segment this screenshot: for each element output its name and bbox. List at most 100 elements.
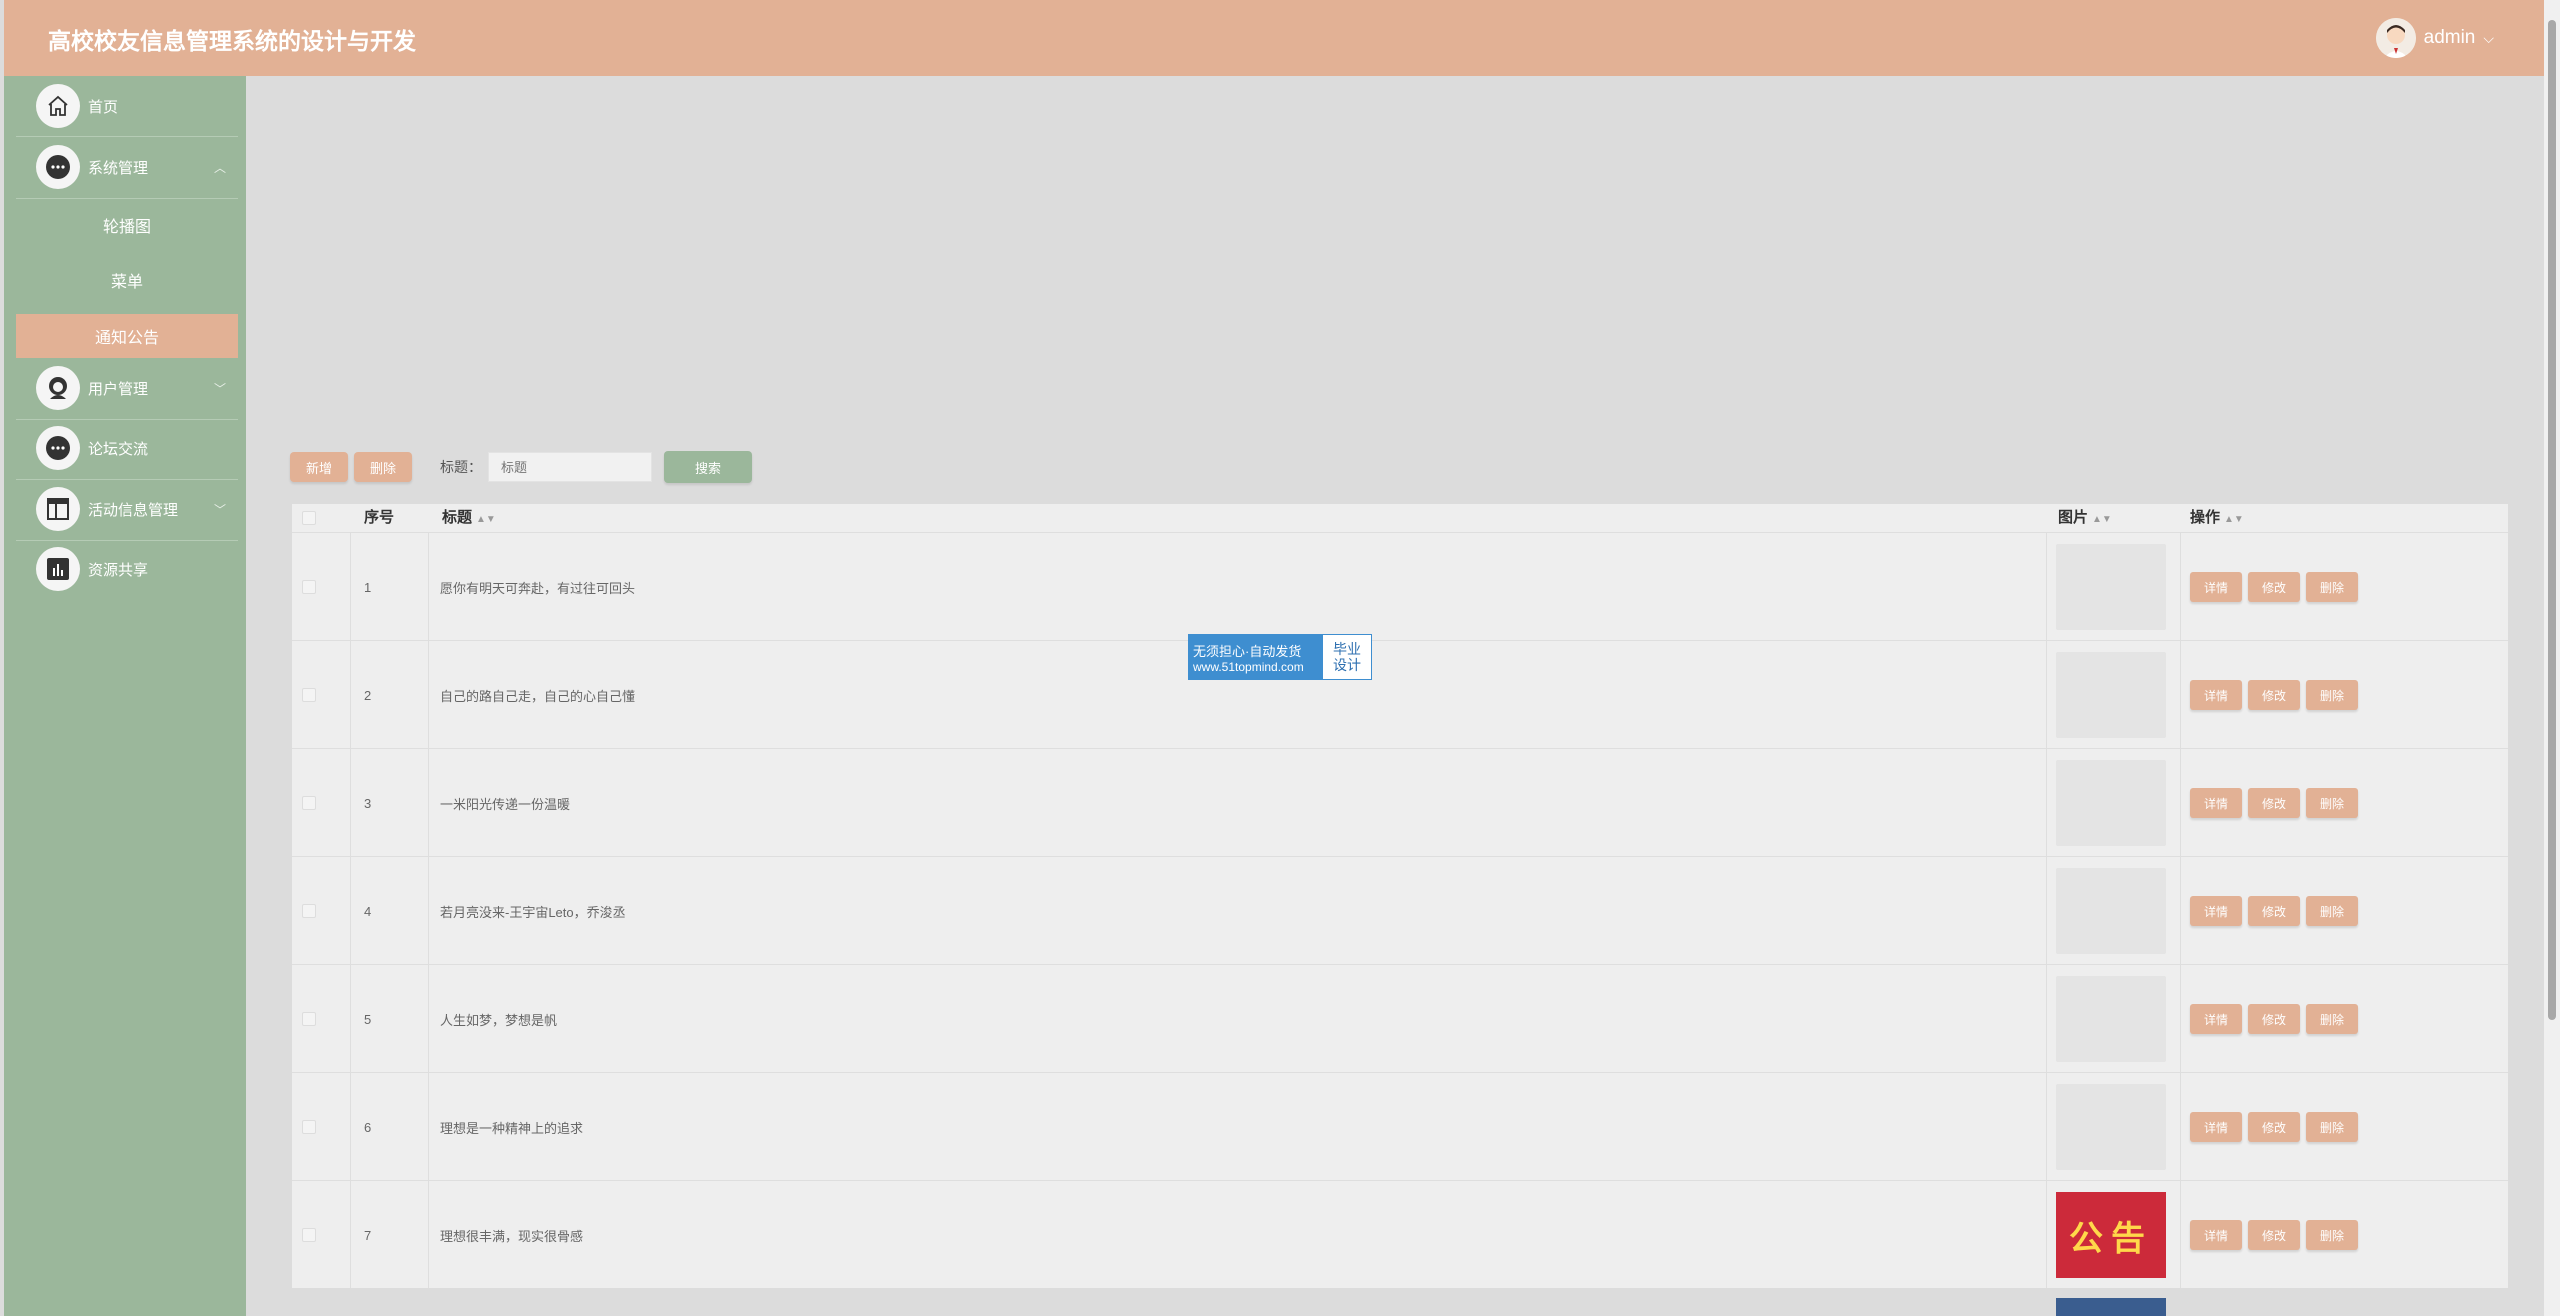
delete-button[interactable]: 删除 [2306, 572, 2359, 602]
submenu-item-menu[interactable]: 菜单 [16, 258, 238, 302]
user-menu[interactable]: admin ⌵ [2375, 18, 2494, 58]
detail-button[interactable]: 详情 [2190, 572, 2243, 602]
edit-button[interactable]: 修改 [2248, 680, 2301, 710]
avatar[interactable] [2375, 18, 2416, 58]
table-row: 4 若月亮没来-王宇宙Leto，乔浚丞 详情 修改 删除 [292, 856, 2508, 964]
notice-image[interactable] [2056, 976, 2166, 1062]
delete-button[interactable]: 删除 [2306, 680, 2359, 710]
table-row: 5 人生如梦，梦想是帆 详情 修改 删除 [292, 964, 2508, 1072]
add-button[interactable]: 新增 [290, 452, 349, 482]
row-checkbox[interactable] [302, 1228, 316, 1242]
row-index: 1 [364, 579, 372, 595]
column-header-image[interactable]: 图片 ▲▼ [2058, 504, 2112, 532]
detail-button[interactable]: 详情 [2190, 788, 2243, 818]
row-index: 5 [364, 1011, 372, 1027]
notice-image[interactable] [2056, 652, 2166, 738]
more-icon [36, 145, 80, 189]
app-title: 高校校友信息管理系统的设计与开发 [48, 28, 416, 54]
row-checkbox[interactable] [302, 1012, 316, 1026]
sidebar-item-resources[interactable]: 资源共享 [4, 539, 246, 599]
row-title: 一米阳光传递一份温暖 [440, 796, 571, 812]
row-checkbox[interactable] [302, 1120, 316, 1134]
sidebar-item-users[interactable]: 用户管理 ﹀ [4, 358, 246, 418]
username-label[interactable]: admin [2424, 27, 2476, 49]
chat-icon [36, 426, 80, 470]
row-index: 6 [364, 1119, 372, 1135]
sort-icon: ▲▼ [476, 514, 496, 525]
partial-image [2056, 1298, 2166, 1316]
delete-button[interactable]: 删除 [2306, 1220, 2359, 1250]
row-title: 若月亮没来-王宇宙Leto，乔浚丞 [440, 904, 626, 920]
row-index: 3 [364, 795, 372, 811]
divider [16, 198, 238, 199]
chevron-down-icon: ﹀ [213, 381, 226, 396]
row-index: 2 [364, 687, 372, 703]
submenu-item-carousel[interactable]: 轮播图 [16, 203, 238, 247]
delete-button[interactable]: 删除 [2306, 896, 2359, 926]
chevron-down-icon: ﹀ [213, 502, 226, 517]
column-header-index: 序号 [364, 509, 395, 526]
batch-delete-button[interactable]: 删除 [354, 452, 413, 482]
detail-button[interactable]: 详情 [2190, 1220, 2243, 1250]
row-checkbox[interactable] [302, 796, 316, 810]
sidebar-item-forum[interactable]: 论坛交流 [4, 418, 246, 478]
row-title: 理想很丰满，现实很骨感 [440, 1228, 584, 1244]
notice-image[interactable]: 公告 [2056, 1192, 2166, 1278]
scroll-thumb[interactable] [2548, 20, 2556, 1020]
row-index: 7 [364, 1227, 372, 1243]
watermark-badge: 无须担心·自动发货 www.51topmind.com 毕业 设计 [1188, 634, 1372, 680]
submenu-item-notice[interactable]: 通知公告 [16, 314, 238, 358]
row-index: 4 [364, 903, 372, 919]
notice-table: 序号 标题 ▲▼ 图片 ▲▼ 操作 ▲▼ 1 愿你有明天可奔赴，有过往可回头 详情 修改 删除… [292, 504, 2508, 1288]
table-row: 2 自己的路自己走，自己的心自己懂 详情 修改 删除 [292, 640, 2508, 748]
delete-button[interactable]: 删除 [2306, 1004, 2359, 1034]
edit-button[interactable]: 修改 [2248, 1220, 2301, 1250]
sidebar-item-activities[interactable]: 活动信息管理 ﹀ [4, 479, 246, 539]
sidebar: 首页 系统管理 ︿ 轮播图 菜单 通知公告 用户管理 ﹀ 论坛交流 活动信息管理… [4, 76, 246, 1316]
notice-image[interactable] [2056, 1084, 2166, 1170]
sort-icon: ▲▼ [2092, 514, 2112, 525]
sidebar-item-home[interactable]: 首页 [4, 76, 246, 136]
title-search-input[interactable] [488, 452, 653, 482]
sidebar-item-system[interactable]: 系统管理 ︿ [4, 137, 246, 197]
delete-button[interactable]: 删除 [2306, 1112, 2359, 1142]
detail-button[interactable]: 详情 [2190, 1112, 2243, 1142]
search-button[interactable]: 搜索 [664, 451, 753, 483]
row-checkbox[interactable] [302, 904, 316, 918]
table-row: 3 一米阳光传递一份温暖 详情 修改 删除 [292, 748, 2508, 856]
edit-button[interactable]: 修改 [2248, 788, 2301, 818]
sort-icon: ▲▼ [2224, 514, 2244, 525]
delete-button[interactable]: 删除 [2306, 788, 2359, 818]
notice-image[interactable] [2056, 544, 2166, 630]
table-row: 1 愿你有明天可奔赴，有过往可回头 详情 修改 删除 [292, 532, 2508, 640]
edit-button[interactable]: 修改 [2248, 572, 2301, 602]
chart-icon [36, 547, 80, 591]
chevron-down-icon[interactable]: ⌵ [2483, 30, 2494, 47]
row-checkbox[interactable] [302, 688, 316, 702]
row-checkbox[interactable] [302, 580, 316, 594]
table-row: 6 理想是一种精神上的追求 详情 修改 删除 [292, 1072, 2508, 1180]
row-title: 愿你有明天可奔赴，有过往可回头 [440, 580, 636, 596]
sidebar-item-label: 用户管理 [88, 380, 149, 398]
chevron-up-icon: ︿ [213, 160, 226, 175]
page-scrollbar[interactable] [2544, 0, 2560, 1316]
detail-button[interactable]: 详情 [2190, 1004, 2243, 1034]
edit-button[interactable]: 修改 [2248, 1004, 2301, 1034]
column-header-ops[interactable]: 操作 ▲▼ [2190, 504, 2244, 532]
edit-button[interactable]: 修改 [2248, 896, 2301, 926]
sidebar-item-label: 论坛交流 [88, 440, 149, 458]
sidebar-item-label: 活动信息管理 [88, 501, 179, 519]
column-header-title[interactable]: 标题 ▲▼ [442, 504, 496, 532]
notice-image[interactable] [2056, 868, 2166, 954]
filter-label: 标题： [440, 459, 483, 475]
sidebar-item-label: 系统管理 [88, 159, 149, 177]
top-header: 高校校友信息管理系统的设计与开发 admin ⌵ [4, 0, 2544, 76]
notice-image[interactable] [2056, 760, 2166, 846]
row-title: 人生如梦，梦想是帆 [440, 1012, 558, 1028]
detail-button[interactable]: 详情 [2190, 896, 2243, 926]
sidebar-item-label: 首页 [88, 98, 119, 116]
edit-button[interactable]: 修改 [2248, 1112, 2301, 1142]
row-title: 理想是一种精神上的追求 [440, 1120, 584, 1136]
toolbar: 新增 删除 标题： 搜索 [290, 450, 753, 484]
detail-button[interactable]: 详情 [2190, 680, 2243, 710]
